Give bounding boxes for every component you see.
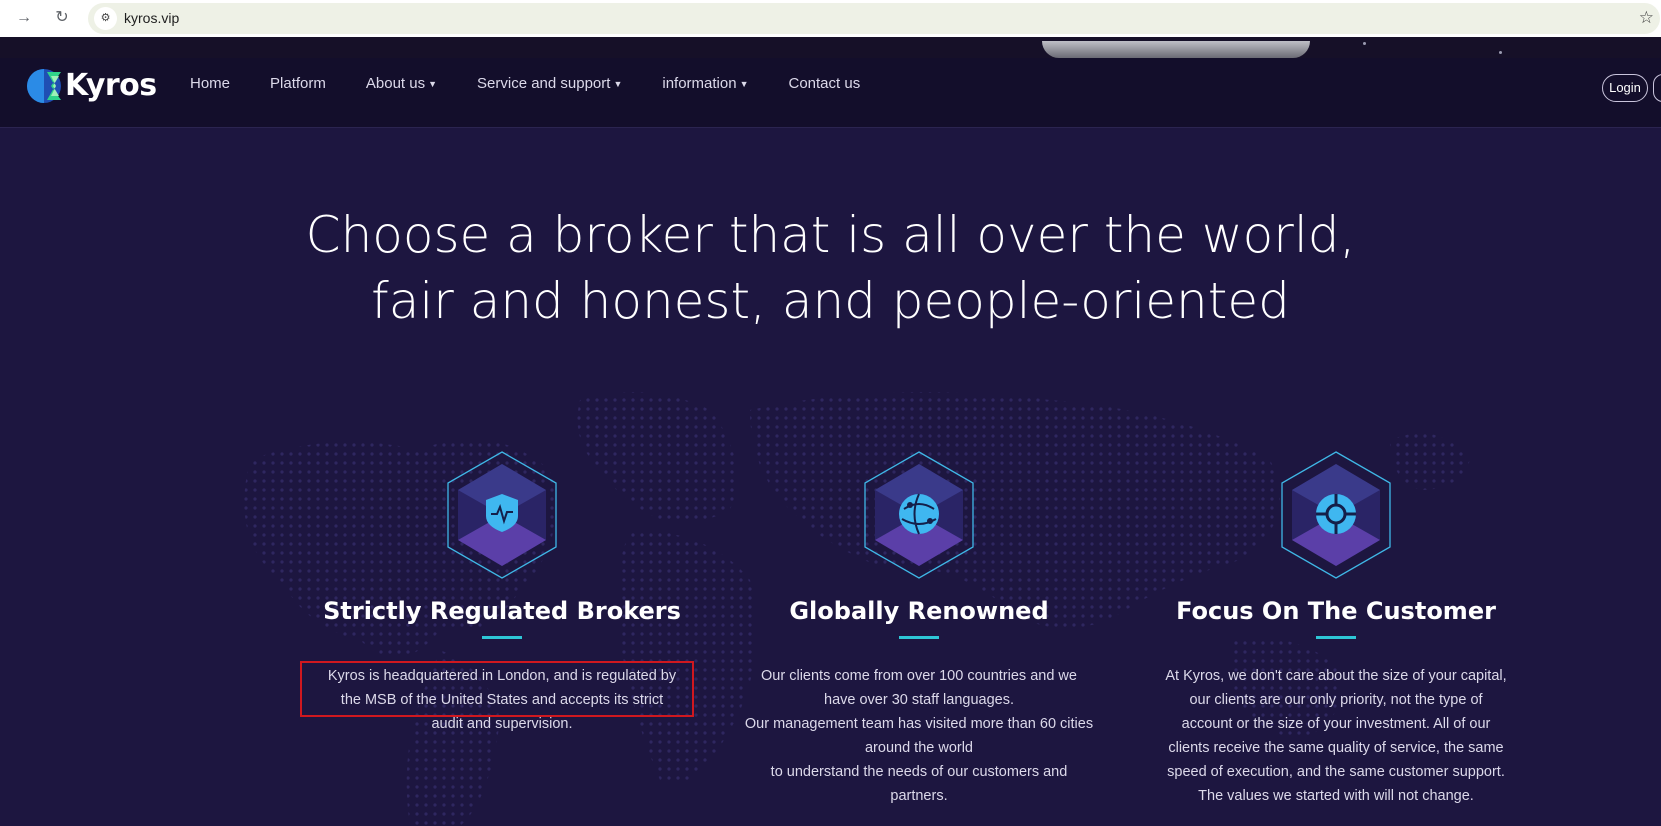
nav-about-us[interactable]: About us ▼: [366, 75, 437, 92]
decor-dot: [1363, 42, 1366, 45]
feature-description: Our clients come from over 100 countries…: [744, 668, 1094, 804]
hero-headline: Choose a broker that is all over the wor…: [0, 202, 1661, 334]
laptop-image: [1042, 41, 1310, 58]
nav-contact-us-label: Contact us: [788, 75, 861, 92]
title-underline: [899, 636, 939, 639]
forward-icon[interactable]: →: [12, 6, 36, 30]
title-underline: [1316, 636, 1356, 639]
site-header: Kyros Home Platform About us ▼ Service an…: [0, 58, 1661, 128]
nav-information-label: information: [662, 75, 737, 92]
main-menu: Home Platform About us ▼ Service and supp…: [190, 75, 900, 92]
nav-home[interactable]: Home: [190, 75, 230, 92]
browser-toolbar: → ↻ ⚙ kyros.vip ☆: [0, 0, 1661, 37]
feature-title: Globally Renowned: [789, 597, 1049, 625]
kyros-logo[interactable]: Kyros: [27, 66, 157, 104]
login-button[interactable]: Login: [1602, 74, 1648, 102]
feature-title: Focus On The Customer: [1176, 597, 1496, 625]
site-info-icon[interactable]: ⚙: [94, 7, 117, 30]
reload-icon[interactable]: ↻: [50, 6, 74, 30]
decor-dot: [1499, 51, 1502, 54]
nav-about-us-label: About us: [365, 75, 426, 92]
target-circle-icon: [1314, 492, 1358, 536]
feature-description: At Kyros, we don't care about the size o…: [1165, 668, 1507, 804]
globe-network-icon: [896, 491, 942, 537]
logo-icon: [27, 66, 65, 104]
nav-platform[interactable]: Platform: [270, 75, 326, 92]
address-bar[interactable]: ⚙ kyros.vip ☆: [88, 3, 1660, 34]
brand-name: Kyros: [65, 67, 157, 103]
pulse-shield-icon: [483, 492, 521, 534]
nav-service-support[interactable]: Service and support ▼: [477, 75, 622, 92]
banner-strip: [0, 37, 1661, 58]
caret-down-icon: ▼: [739, 79, 749, 90]
feature-title: Strictly Regulated Brokers: [323, 597, 681, 625]
nav-platform-label: Platform: [270, 75, 326, 92]
url-text[interactable]: kyros.vip: [124, 10, 179, 26]
nav-information[interactable]: information ▼: [662, 75, 748, 92]
hero-line-2: fair and honest, and people-oriented: [371, 272, 1290, 330]
register-button[interactable]: [1653, 74, 1661, 102]
caret-down-icon: ▼: [613, 79, 623, 90]
hero-line-1: Choose a broker that is all over the wor…: [305, 206, 1356, 264]
nav-service-support-label: Service and support: [477, 75, 611, 92]
highlight-annotation-box: [300, 661, 694, 717]
title-underline: [482, 636, 522, 639]
caret-down-icon: ▼: [428, 79, 438, 90]
nav-contact-us[interactable]: Contact us: [788, 75, 860, 92]
bookmark-star-icon[interactable]: ☆: [1639, 8, 1654, 28]
nav-home-label: Home: [190, 75, 231, 92]
